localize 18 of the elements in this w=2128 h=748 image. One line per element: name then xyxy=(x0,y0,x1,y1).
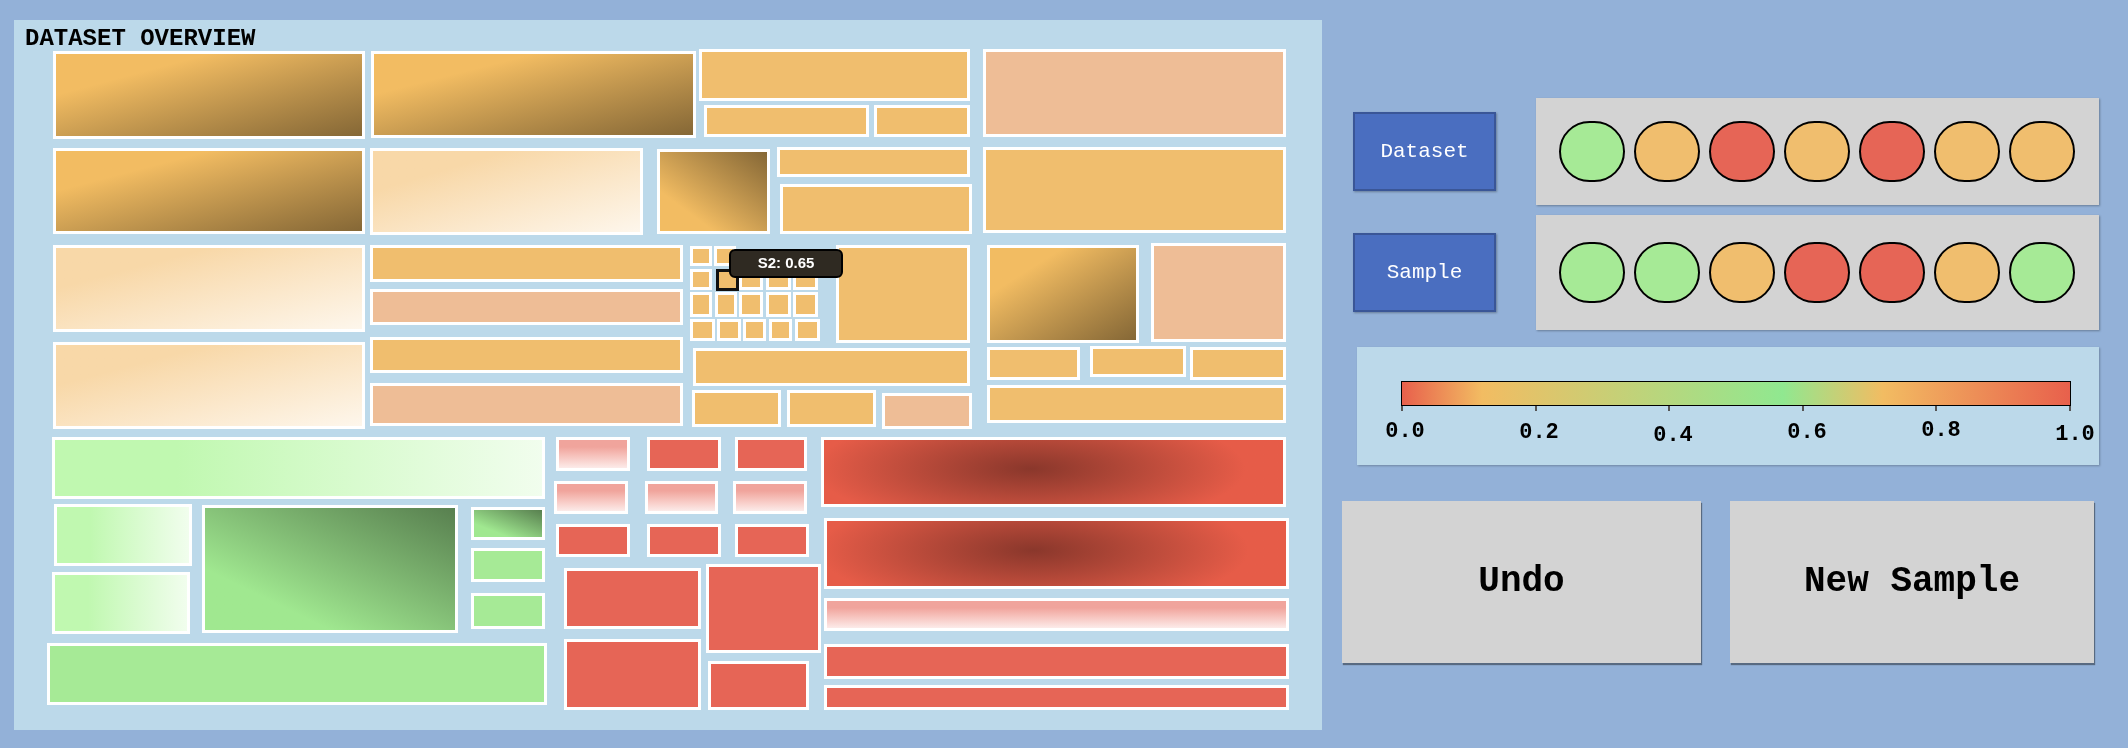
new-sample-button[interactable]: New Sample xyxy=(1730,501,2094,663)
selector-button[interactable]: Sample xyxy=(1353,233,1496,312)
panel-title: DATASET OVERVIEW xyxy=(25,27,256,51)
tick-mark xyxy=(2069,406,2071,411)
tick-label: 0.0 xyxy=(1385,421,1425,443)
tick-mark xyxy=(1935,406,1938,411)
tick-mark xyxy=(1534,406,1537,411)
tooltip: S2: 0.65 xyxy=(729,249,843,278)
tick-mark xyxy=(1401,406,1403,411)
tick-label: 0.2 xyxy=(1519,422,1559,444)
tick-label: 0.6 xyxy=(1787,422,1827,444)
selector-button[interactable]: Dataset xyxy=(1353,112,1496,191)
undo-button[interactable]: Undo xyxy=(1342,501,1701,663)
tick-label: 0.8 xyxy=(1921,420,1961,442)
tick-mark xyxy=(1801,406,1804,411)
tick-label: 0.4 xyxy=(1653,425,1693,447)
tick-mark xyxy=(1668,406,1671,411)
tick-label: 1.0 xyxy=(2055,424,2095,446)
